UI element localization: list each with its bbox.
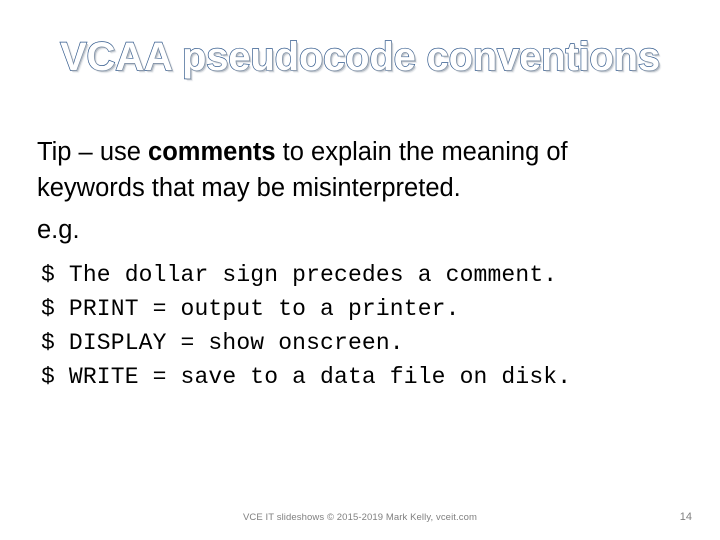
- body-line-1-bold-term: comments: [148, 138, 276, 166]
- slide-title-area: VCAA pseudocode conventions: [0, 26, 720, 88]
- pseudocode-example-list: $ The dollar sign precedes a comment. $ …: [41, 258, 681, 394]
- page-title: VCAA pseudocode conventions: [59, 35, 660, 79]
- footer-credit-text: VCE IT slideshows © 2015-2019 Mark Kelly…: [242, 512, 478, 523]
- code-line: $ WRITE = save to a data file on disk.: [41, 364, 572, 390]
- code-line: $ PRINT = output to a printer.: [41, 296, 460, 322]
- code-line: $ The dollar sign precedes a comment.: [41, 262, 558, 288]
- body-text-block: Tip – use comments to explain the meanin…: [37, 134, 677, 248]
- page-number: 14: [679, 511, 692, 523]
- body-line-1-prefix: Tip – use: [37, 138, 149, 166]
- body-line-1-suffix: to explain the meaning of: [275, 138, 568, 166]
- code-line: $ DISPLAY = show onscreen.: [41, 330, 404, 356]
- slide-footer: VCE IT slideshows © 2015-2019 Mark Kelly…: [0, 510, 720, 532]
- slide: VCAA pseudocode conventions Tip – use co…: [0, 0, 720, 540]
- example-label: e.g.: [37, 216, 80, 244]
- body-line-2: keywords that may be misinterpreted.: [37, 174, 461, 202]
- body-line-1: Tip – use comments to explain the meanin…: [37, 134, 677, 170]
